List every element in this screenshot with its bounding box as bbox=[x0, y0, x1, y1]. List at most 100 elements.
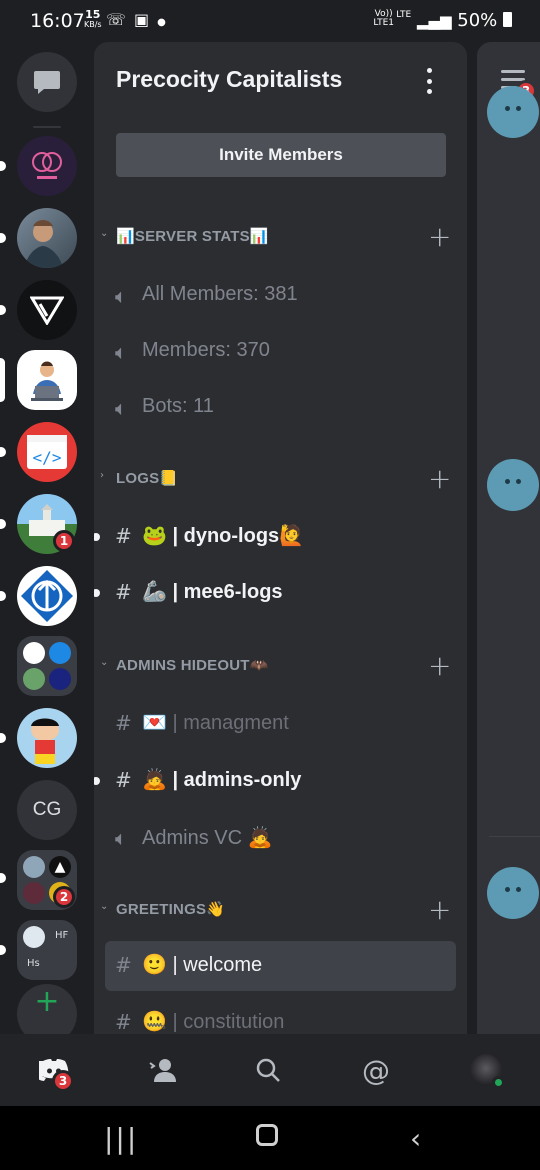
chevron-down-icon: ⌄ bbox=[100, 657, 109, 668]
unread-indicator bbox=[0, 233, 6, 243]
friends-wave-icon bbox=[149, 1059, 176, 1082]
more-notifications-dot-icon: ● bbox=[157, 17, 174, 28]
home-badge: 3 bbox=[52, 1070, 74, 1092]
voice-channel-members[interactable]: 🔈︎ Members: 370 bbox=[105, 328, 456, 378]
mini-server-icon bbox=[23, 642, 45, 664]
chevron-down-icon: ⌄ bbox=[100, 228, 109, 239]
text-channel-managment[interactable]: # 💌 | managment bbox=[105, 699, 456, 749]
mini-server-icon bbox=[23, 668, 45, 690]
server-icon-3[interactable] bbox=[17, 280, 77, 340]
text-channel-welcome[interactable]: # 🙂 | welcome bbox=[105, 941, 456, 991]
server-icon-7[interactable] bbox=[17, 566, 77, 626]
voice-channel-all-members[interactable]: 🔈︎ All Members: 381 bbox=[105, 272, 456, 322]
battery-icon bbox=[503, 12, 512, 27]
kebab-dot-icon bbox=[426, 68, 432, 73]
category-logs[interactable]: › LOGS📒 + bbox=[94, 462, 467, 495]
love-letter-emoji-icon: 💌 bbox=[142, 712, 167, 734]
server-icon-5[interactable]: </> bbox=[17, 422, 77, 482]
server-icon-10[interactable]: CG bbox=[17, 780, 77, 840]
direct-messages-button[interactable] bbox=[17, 52, 77, 112]
category-admins-hideout[interactable]: ⌄ ADMINS HIDEOUT🦇 + bbox=[94, 649, 467, 682]
server-folder-3[interactable]: HF Hs bbox=[17, 920, 77, 980]
create-channel-button[interactable]: + bbox=[428, 462, 451, 495]
lte-sub-label: LTE1 bbox=[373, 18, 394, 28]
waving-hand-emoji-icon: 👋 bbox=[206, 901, 226, 918]
category-label-text: ADMINS HIDEOUT bbox=[116, 657, 250, 674]
home-square-icon bbox=[256, 1124, 278, 1146]
channel-label-text: | dyno-logs bbox=[172, 525, 280, 547]
unread-indicator bbox=[94, 533, 100, 541]
network-speed-unit: KB/s bbox=[84, 20, 102, 29]
at-sign-icon: @ bbox=[362, 1053, 390, 1087]
server-icon-2[interactable] bbox=[17, 208, 77, 268]
text-channel-mee6-logs[interactable]: # 🦾 | mee6-logs bbox=[105, 568, 456, 618]
unread-indicator bbox=[0, 161, 6, 171]
channel-label: Bots: 11 bbox=[142, 395, 214, 417]
unread-indicator bbox=[0, 447, 6, 457]
mini-server-icon: ▲ bbox=[49, 856, 71, 878]
active-server-indicator bbox=[0, 358, 5, 402]
notebook-emoji-icon: 📒 bbox=[159, 470, 179, 487]
category-server-stats[interactable]: ⌄ 📊SERVER STATS📊 + bbox=[94, 220, 467, 253]
chat-peek[interactable]: 3 bbox=[477, 42, 540, 1034]
hashtag-icon: # bbox=[115, 768, 132, 792]
create-channel-button[interactable]: + bbox=[428, 220, 451, 253]
kebab-dot-icon bbox=[426, 78, 432, 84]
text-channel-dyno-logs[interactable]: # 🐸 | dyno-logs🙋 bbox=[105, 512, 456, 562]
voice-channel-bots[interactable]: 🔈︎ Bots: 11 bbox=[105, 384, 456, 434]
mini-server-icon bbox=[49, 668, 71, 690]
status-bar: 16:07 15 KB/s ☏▣● Vo)) LTE1 LTE ▂▄▆ 50% bbox=[0, 0, 540, 44]
unread-indicator bbox=[94, 777, 100, 785]
mentions-tab[interactable]: @ bbox=[354, 1048, 398, 1092]
server-name[interactable]: Precocity Capitalists bbox=[116, 66, 342, 93]
frog-emoji-icon: 🐸 bbox=[142, 525, 167, 547]
invite-members-button[interactable]: Invite Members bbox=[116, 133, 446, 177]
create-channel-button[interactable]: + bbox=[428, 649, 451, 682]
server-icon-4[interactable] bbox=[17, 350, 77, 410]
create-channel-button[interactable]: + bbox=[428, 893, 451, 926]
code-window-icon: </> bbox=[27, 435, 67, 469]
text-channel-constitution[interactable]: # 🤐 | constitution bbox=[105, 998, 456, 1034]
unread-indicator bbox=[0, 873, 6, 883]
user-avatar bbox=[487, 459, 539, 511]
plus-icon: + bbox=[34, 984, 60, 1019]
bar-chart-emoji-icon: 📊 bbox=[249, 228, 269, 245]
server-menu-button[interactable] bbox=[420, 68, 438, 94]
channel-label: Members: 370 bbox=[142, 339, 270, 361]
search-tab[interactable] bbox=[246, 1048, 290, 1092]
mini-server-text: Hs bbox=[27, 958, 40, 969]
rail-divider bbox=[33, 126, 61, 128]
mini-server-icon bbox=[23, 926, 45, 948]
server-folder-1[interactable] bbox=[17, 636, 77, 696]
channel-label: Admins VC 🙇 bbox=[142, 825, 273, 850]
category-greetings[interactable]: ⌄ GREETINGS👋 + bbox=[94, 893, 467, 926]
mechanical-arm-emoji-icon: 🦾 bbox=[142, 581, 167, 603]
voice-channel-admins-vc[interactable]: 🔈︎ Admins VC 🙇 bbox=[105, 814, 456, 864]
back-button[interactable]: ‹ bbox=[410, 1122, 421, 1155]
recent-apps-button[interactable]: ||| bbox=[104, 1122, 138, 1155]
home-button[interactable] bbox=[256, 1120, 278, 1153]
missed-call-icon: ☏ bbox=[106, 10, 135, 29]
channel-label-text: | managment bbox=[172, 712, 289, 734]
unread-indicator bbox=[94, 589, 100, 597]
chevron-down-icon: ⌄ bbox=[100, 901, 109, 912]
friends-tab[interactable] bbox=[141, 1048, 185, 1092]
category-label: ADMINS HIDEOUT🦇 bbox=[116, 656, 269, 674]
volte-indicator: Vo)) LTE1 bbox=[373, 10, 394, 28]
channel-label: All Members: 381 bbox=[142, 283, 298, 305]
category-label: LOGS📒 bbox=[116, 469, 178, 487]
hashtag-icon: # bbox=[115, 953, 132, 977]
discord-app: 16:07 15 KB/s ☏▣● Vo)) LTE1 LTE ▂▄▆ 50% bbox=[0, 0, 540, 1170]
speaker-lock-icon: 🔈︎ bbox=[115, 340, 127, 364]
profile-tab[interactable] bbox=[464, 1048, 508, 1092]
compass-logo-icon bbox=[21, 570, 73, 622]
server-icon-1[interactable] bbox=[17, 136, 77, 196]
message-divider bbox=[489, 836, 540, 837]
person-photo-icon bbox=[25, 220, 63, 268]
channel-label-text: | mee6-logs bbox=[172, 581, 283, 603]
server-icon-9[interactable] bbox=[17, 708, 77, 768]
status-time: 16:07 bbox=[30, 10, 85, 32]
chat-bubble-icon bbox=[34, 71, 60, 94]
speaker-lock-icon: 🔈︎ bbox=[115, 826, 127, 850]
text-channel-admins-only[interactable]: # 🙇 | admins-only bbox=[105, 756, 456, 806]
